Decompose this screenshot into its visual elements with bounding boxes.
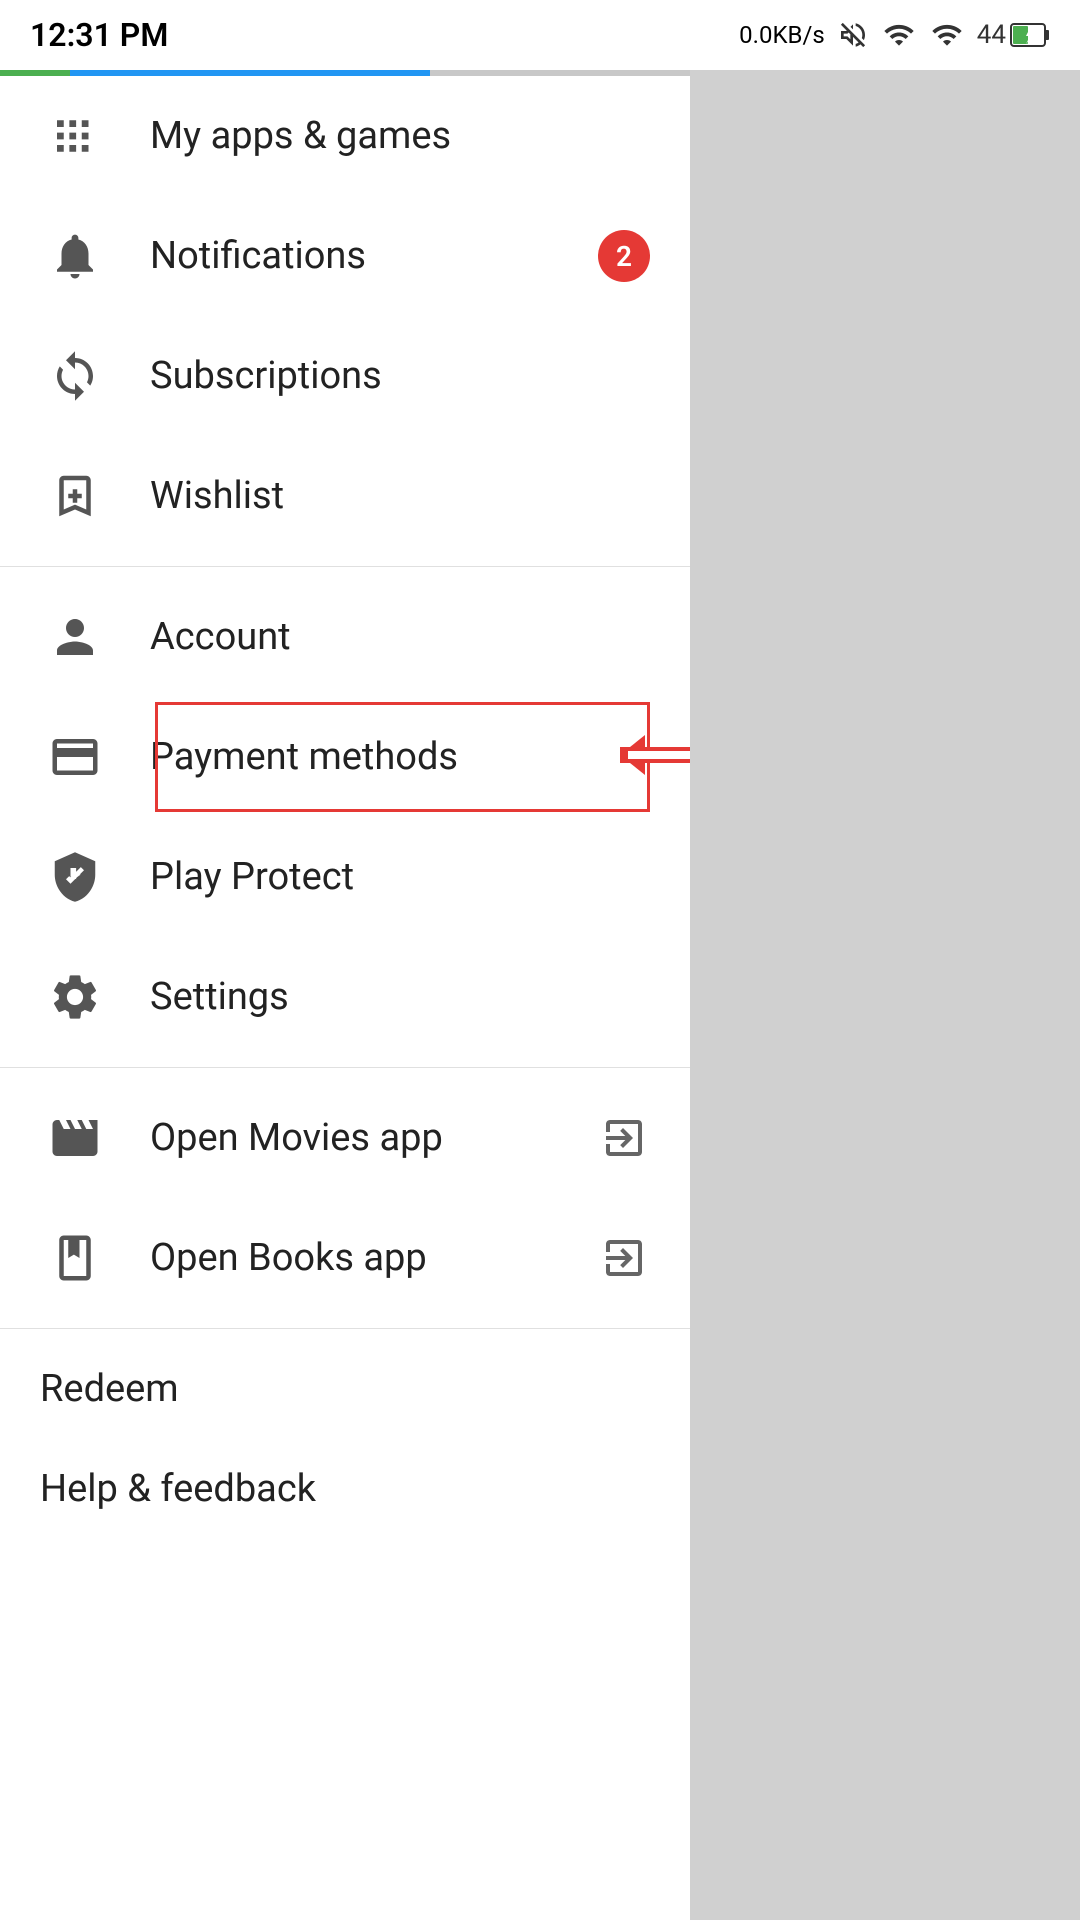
- mute-icon: [837, 19, 869, 51]
- status-icons: 0.0KB/s 44: [739, 19, 1050, 51]
- menu-item-settings[interactable]: Settings: [0, 937, 690, 1057]
- film-icon: [40, 1111, 110, 1165]
- shield-play-icon: [40, 850, 110, 904]
- menu-label-wishlist: Wishlist: [150, 474, 650, 518]
- menu-item-redeem[interactable]: Redeem: [0, 1339, 690, 1439]
- apps-grid-icon: [40, 109, 110, 163]
- progress-bar-green: [0, 70, 70, 76]
- menu-item-account[interactable]: Account: [0, 577, 690, 697]
- menu-label-account: Account: [150, 615, 650, 659]
- menu-item-wishlist[interactable]: Wishlist: [0, 436, 690, 556]
- menu-label-payment-methods: Payment methods: [150, 735, 650, 779]
- network-speed: 0.0KB/s: [739, 21, 825, 49]
- gear-icon: [40, 970, 110, 1024]
- wifi-icon: [929, 19, 965, 51]
- menu-item-help[interactable]: Help & feedback: [0, 1439, 690, 1539]
- bookmark-add-icon: [40, 469, 110, 523]
- menu-item-open-movies[interactable]: Open Movies app: [0, 1078, 690, 1198]
- book-icon: [40, 1231, 110, 1285]
- background-right-panel: Premium → he King of 6 ★ ooks: [690, 0, 1080, 1920]
- divider-2: [0, 1067, 690, 1068]
- battery-icon: [1010, 21, 1050, 49]
- notifications-badge: 2: [598, 230, 650, 282]
- status-bar: 12:31 PM 0.0KB/s 44: [0, 0, 1080, 70]
- divider-3: [0, 1328, 690, 1329]
- person-icon: [40, 610, 110, 664]
- bell-icon: [40, 229, 110, 283]
- menu-label-open-books: Open Books app: [150, 1236, 598, 1280]
- menu-label-subscriptions: Subscriptions: [150, 354, 650, 398]
- menu-label-settings: Settings: [150, 975, 650, 1019]
- navigation-drawer: My apps & games Notifications 2 Subscrip…: [0, 76, 690, 1920]
- menu-item-payment-methods[interactable]: Payment methods: [0, 697, 690, 817]
- menu-label-open-movies: Open Movies app: [150, 1116, 598, 1160]
- divider-1: [0, 566, 690, 567]
- menu-label-help: Help & feedback: [40, 1467, 650, 1511]
- status-time: 12:31 PM: [30, 16, 168, 54]
- external-link-movies-icon: [598, 1112, 650, 1164]
- menu-label-play-protect: Play Protect: [150, 855, 650, 899]
- credit-card-icon: [40, 730, 110, 784]
- menu-label-notifications: Notifications: [150, 234, 598, 278]
- menu-item-notifications[interactable]: Notifications 2: [0, 196, 690, 316]
- menu-item-play-protect[interactable]: Play Protect: [0, 817, 690, 937]
- signal-icon: [881, 19, 917, 51]
- payment-arrow-indicator: [600, 725, 690, 789]
- battery-container: 44: [977, 20, 1050, 50]
- menu-label-my-apps: My apps & games: [150, 114, 650, 158]
- external-link-books-icon: [598, 1232, 650, 1284]
- battery-percent: 44: [977, 20, 1006, 50]
- menu-item-open-books[interactable]: Open Books app: [0, 1198, 690, 1318]
- sync-icon: [40, 349, 110, 403]
- menu-item-subscriptions[interactable]: Subscriptions: [0, 316, 690, 436]
- progress-bar-blue: [70, 70, 430, 76]
- menu-item-my-apps[interactable]: My apps & games: [0, 76, 690, 196]
- menu-label-redeem: Redeem: [40, 1367, 650, 1411]
